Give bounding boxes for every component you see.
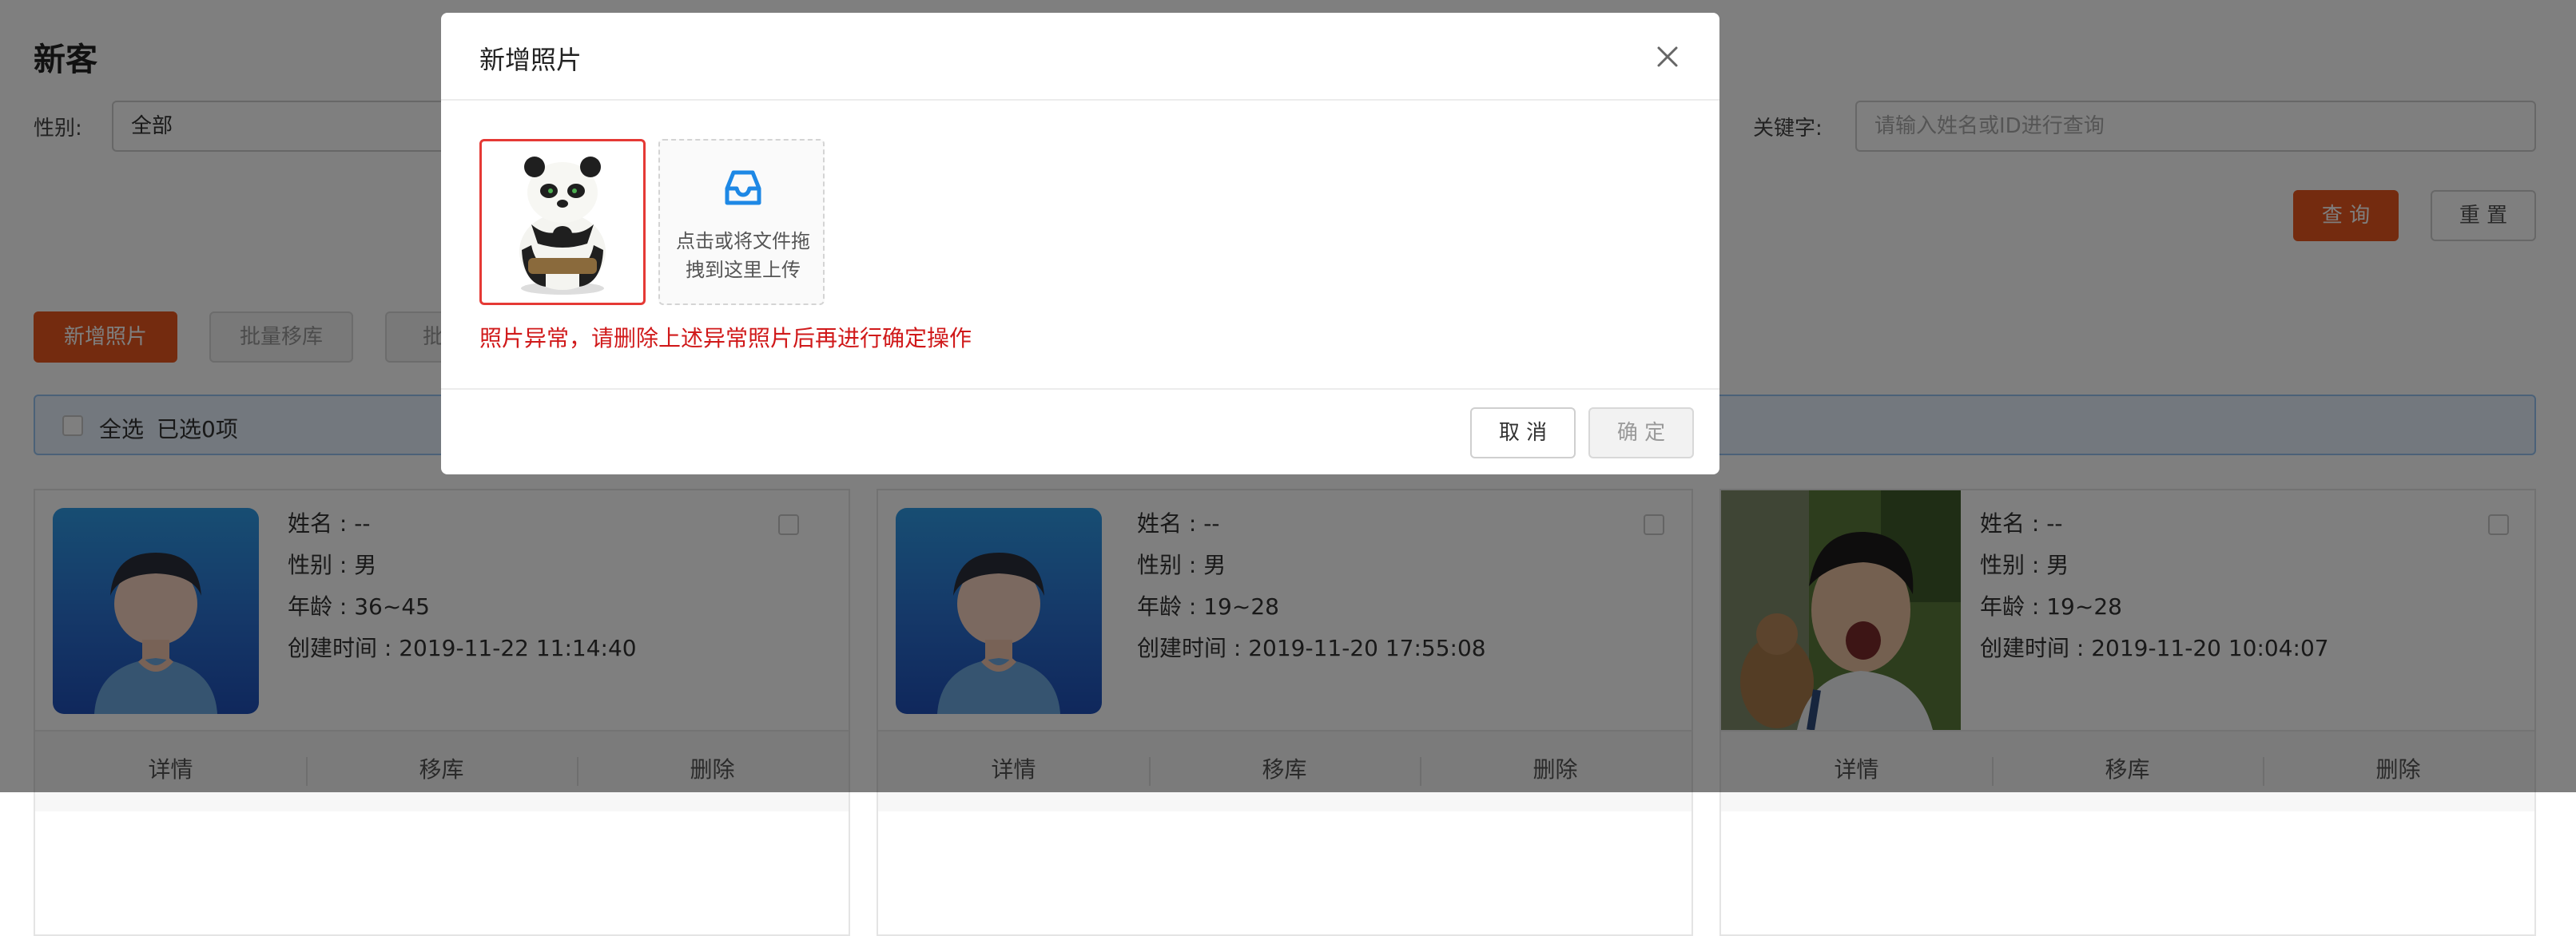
panda-image bbox=[519, 157, 606, 295]
uploaded-photo-thumbnail[interactable] bbox=[479, 139, 646, 305]
add-photo-modal: 新增照片 点击或将文件拖拽到这里上传 照片异常，请删除上述异常照片后再进行确定操… bbox=[441, 13, 1719, 474]
modal-header: 新增照片 bbox=[441, 13, 1719, 101]
modal-title: 新增照片 bbox=[479, 45, 582, 75]
inbox-icon bbox=[719, 163, 767, 211]
error-message: 照片异常，请删除上述异常照片后再进行确定操作 bbox=[479, 325, 972, 351]
close-icon[interactable] bbox=[1652, 42, 1683, 72]
cancel-button[interactable]: 取 消 bbox=[1470, 407, 1576, 458]
upload-dropzone[interactable]: 点击或将文件拖拽到这里上传 bbox=[658, 139, 825, 305]
upload-hint-text: 点击或将文件拖拽到这里上传 bbox=[676, 230, 810, 281]
modal-footer-divider bbox=[441, 388, 1719, 390]
confirm-button[interactable]: 确 定 bbox=[1588, 407, 1694, 458]
